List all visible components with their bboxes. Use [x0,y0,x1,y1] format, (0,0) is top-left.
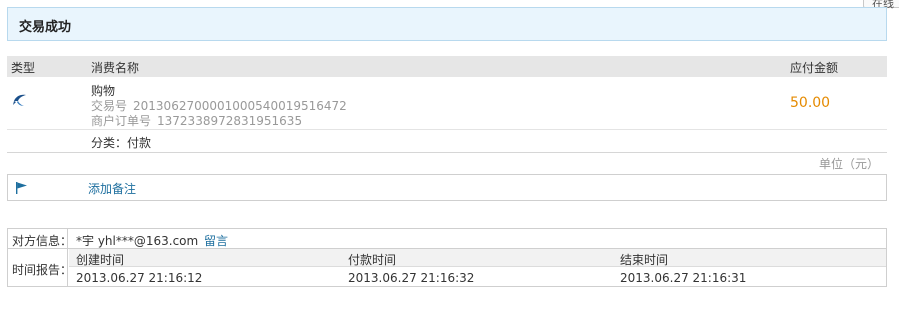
swallow-logo-icon [13,94,26,106]
merchant-order-label: 商户订单号 [91,114,152,128]
page-title: 交易成功 [19,20,72,35]
time-report-label: 时间报告： [12,263,73,277]
time-col-ended: 结束时间 [620,253,669,267]
category-row: 分类：付款 [7,130,887,153]
time-col-created: 创建时间 [76,253,125,267]
category-label: 分类：付款 [91,136,152,150]
status-banner: 交易成功 [7,7,887,41]
leave-message-link[interactable]: 留言 [204,234,228,248]
header-amount: 应付金额 [790,61,839,75]
info-label-column: 对方信息： 时间报告： [8,229,72,286]
info-table: 对方信息： 时间报告： *宇 yhl***@163.com 留言 创建时间 付款… [7,228,887,287]
add-note-link[interactable]: 添加备注 [88,180,136,197]
flag-icon [16,182,27,194]
counterparty-label: 对方信息： [12,234,73,248]
created-time: 2013.06.27 21:16:12 [76,271,203,285]
unit-label: 单位（元） [818,157,879,171]
time-col-paid: 付款时间 [348,253,397,267]
order-row: 购物 交易号 2013062700001000540019516472 商户订单号… [7,78,887,130]
note-box: 添加备注 [7,174,887,201]
table-header: 类型 消费名称 应付金额 [7,56,887,77]
merchant-order-line: 商户订单号 1372338972831951635 [91,112,302,129]
trade-number: 2013062700001000540019516472 [133,99,347,113]
time-header-row: 创建时间 付款时间 结束时间 [69,249,886,267]
header-name: 消费名称 [91,61,140,75]
header-type: 类型 [11,61,36,75]
counterparty-info: *宇 yhl***@163.com 留言 [76,232,228,249]
ended-time: 2013.06.27 21:16:31 [620,271,747,285]
paid-time: 2013.06.27 21:16:32 [348,271,475,285]
counterparty-account: *宇 yhl***@163.com [76,234,199,248]
merchant-order-number: 1372338972831951635 [157,114,303,128]
trade-number-label: 交易号 [91,99,128,113]
amount-due: 50.00 [790,95,831,111]
